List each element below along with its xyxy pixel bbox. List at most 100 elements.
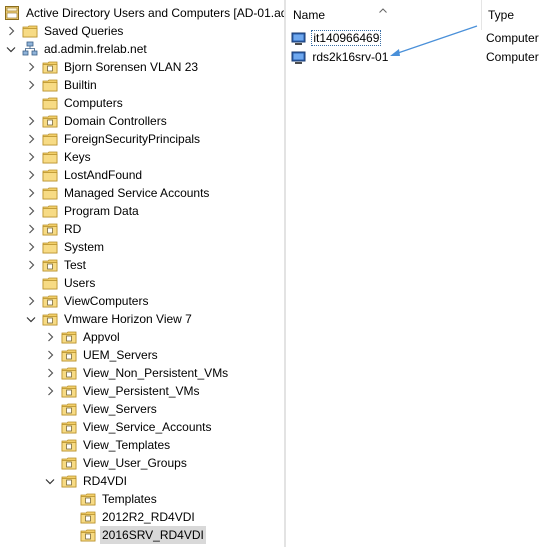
tree-item[interactable]: Templates xyxy=(64,490,159,508)
tree-item[interactable]: Appvol xyxy=(45,328,122,346)
tree-item[interactable]: Saved Queries xyxy=(6,22,125,40)
console-tree[interactable]: Active Directory Users and Computers [AD… xyxy=(0,0,284,547)
tree-item-label: Templates xyxy=(102,492,157,506)
no-expander xyxy=(64,508,74,526)
ou-icon xyxy=(42,293,58,309)
tree-item-label: Users xyxy=(64,276,96,290)
tree-item-label: Bjorn Sorensen VLAN 23 xyxy=(64,60,199,74)
tree-item-label: Vmware Horizon View 7 xyxy=(64,312,192,326)
tree-item[interactable]: Bjorn Sorensen VLAN 23 xyxy=(26,58,200,76)
tree-item[interactable]: Vmware Horizon View 7 xyxy=(26,310,194,328)
folder-icon xyxy=(42,77,58,93)
tree-item[interactable]: RD4VDI xyxy=(45,472,129,490)
tree-item[interactable]: ViewComputers xyxy=(26,292,150,310)
tree-item-label: 2012R2_RD4VDI xyxy=(102,510,195,524)
ou-icon xyxy=(42,59,58,75)
ou-icon xyxy=(61,437,77,453)
chevron-right-icon[interactable] xyxy=(26,292,36,310)
tree-item[interactable]: 2016SRV_RD4VDI xyxy=(64,526,206,544)
tree-item[interactable]: View_Templates xyxy=(45,436,172,454)
chevron-down-icon[interactable] xyxy=(26,310,36,328)
tree-item[interactable]: Computers xyxy=(26,94,125,112)
tree-item-label: Test xyxy=(64,258,87,272)
tree-item-label: System xyxy=(64,240,105,254)
chevron-right-icon[interactable] xyxy=(26,220,36,238)
tree-item[interactable]: Test xyxy=(26,256,88,274)
pane-splitter[interactable] xyxy=(284,0,286,547)
tree-item[interactable]: RD xyxy=(26,220,83,238)
tree-item[interactable]: View_User_Groups xyxy=(45,454,189,472)
tree-item[interactable]: View_Service_Accounts xyxy=(45,418,214,436)
chevron-right-icon[interactable] xyxy=(26,184,36,202)
chevron-right-icon[interactable] xyxy=(6,22,16,40)
tree-item-label: View_Servers xyxy=(83,402,157,416)
sort-ascending-icon xyxy=(379,2,387,16)
tree-item[interactable]: View_Servers xyxy=(45,400,159,418)
chevron-right-icon[interactable] xyxy=(26,76,36,94)
chevron-right-icon[interactable] xyxy=(26,166,36,184)
tree-item-label: View_Persistent_VMs xyxy=(83,384,200,398)
ou-icon xyxy=(61,347,77,363)
tree-item[interactable]: System xyxy=(26,238,106,256)
tree-item[interactable]: Users xyxy=(26,274,97,292)
tree-item[interactable]: Program Data xyxy=(26,202,141,220)
chevron-right-icon[interactable] xyxy=(45,328,55,346)
tree-item[interactable]: View_Non_Persistent_VMs xyxy=(45,364,230,382)
ou-icon xyxy=(42,221,58,237)
tree-item[interactable]: 2012R2_RD4VDI xyxy=(64,508,197,526)
list-row-type: Computer xyxy=(486,31,539,45)
tree-item-label: Builtin xyxy=(64,78,97,92)
tree-item[interactable]: View_Persistent_VMs xyxy=(45,382,202,400)
tree-item-label: View_Service_Accounts xyxy=(83,420,212,434)
tree-item-label: Saved Queries xyxy=(44,24,124,38)
ou-icon xyxy=(42,257,58,273)
chevron-right-icon[interactable] xyxy=(45,346,55,364)
chevron-right-icon[interactable] xyxy=(26,148,36,166)
ou-icon xyxy=(61,401,77,417)
ou-icon xyxy=(80,509,96,525)
chevron-right-icon[interactable] xyxy=(26,256,36,274)
no-expander xyxy=(45,400,55,418)
tree-item[interactable]: Domain Controllers xyxy=(26,112,169,130)
chevron-down-icon[interactable] xyxy=(6,40,16,58)
tree-item[interactable]: LostAndFound xyxy=(26,166,144,184)
no-expander xyxy=(45,436,55,454)
chevron-right-icon[interactable] xyxy=(26,238,36,256)
ou-icon xyxy=(61,329,77,345)
tree-item-label: View_Non_Persistent_VMs xyxy=(83,366,229,380)
ou-icon xyxy=(61,455,77,471)
chevron-down-icon[interactable] xyxy=(45,472,55,490)
details-list[interactable]: Name Type it140966469 Computer rds2k16sr… xyxy=(287,0,550,547)
computer-icon xyxy=(291,50,307,66)
list-row[interactable]: rds2k16srv-01 xyxy=(291,48,388,66)
tree-item[interactable]: Keys xyxy=(26,148,93,166)
chevron-right-icon[interactable] xyxy=(45,364,55,382)
column-header-type-label: Type xyxy=(488,8,515,22)
folder-icon xyxy=(42,131,58,147)
tree-item-label: RD xyxy=(64,222,82,236)
column-header-name-label: Name xyxy=(293,8,326,22)
folder-icon xyxy=(42,275,58,291)
chevron-right-icon[interactable] xyxy=(26,130,36,148)
chevron-right-icon[interactable] xyxy=(26,202,36,220)
column-header-type[interactable]: Type xyxy=(482,0,550,30)
chevron-right-icon[interactable] xyxy=(45,382,55,400)
tree-item-label: ViewComputers xyxy=(64,294,149,308)
tree-item[interactable]: ForeignSecurityPrincipals xyxy=(26,130,202,148)
chevron-right-icon[interactable] xyxy=(26,112,36,130)
no-expander xyxy=(45,454,55,472)
tree-item[interactable]: UEM_Servers xyxy=(45,346,160,364)
ou-icon xyxy=(42,113,58,129)
tree-root[interactable]: Active Directory Users and Computers [AD… xyxy=(4,4,284,22)
tree-item-label: 2016SRV_RD4VDI xyxy=(100,526,206,544)
folder-icon xyxy=(42,239,58,255)
tree-item[interactable]: Builtin xyxy=(26,76,99,94)
ou-icon xyxy=(61,419,77,435)
tree-item[interactable]: Managed Service Accounts xyxy=(26,184,211,202)
tree-item-label: Domain Controllers xyxy=(64,114,167,128)
chevron-right-icon[interactable] xyxy=(26,58,36,76)
ou-icon xyxy=(61,365,77,381)
tree-item-label: View_User_Groups xyxy=(83,456,187,470)
tree-item[interactable]: ad.admin.frelab.net xyxy=(6,40,149,58)
list-row[interactable]: it140966469 xyxy=(291,29,382,47)
